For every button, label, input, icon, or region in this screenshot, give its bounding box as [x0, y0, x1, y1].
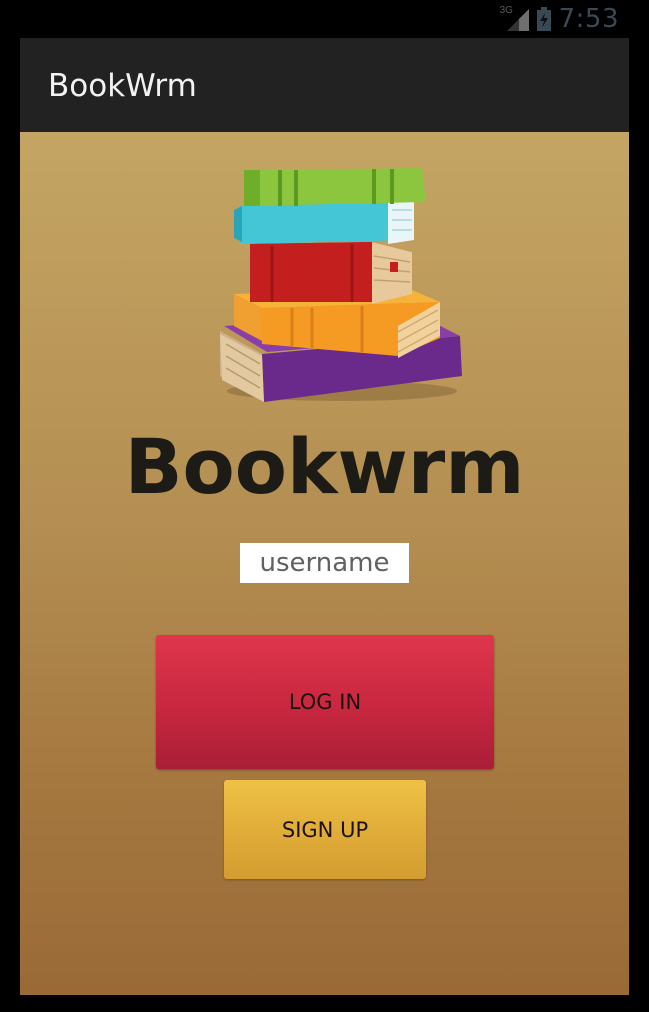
status-clock: 7:53 [558, 4, 619, 34]
app-title: BookWrm [48, 68, 197, 104]
cell-signal-icon: 3G [500, 5, 529, 31]
sign-up-button[interactable]: SIGN UP [224, 780, 426, 879]
login-screen: Bookwrm LOG IN SIGN UP [20, 132, 629, 995]
brand-title: Bookwrm [124, 422, 525, 511]
log-in-button[interactable]: LOG IN [156, 635, 494, 769]
status-icons: 3G 7:53 [500, 4, 619, 34]
action-bar: BookWrm [20, 38, 629, 132]
status-bar: 3G 7:53 [20, 0, 629, 38]
sign-up-label: SIGN UP [281, 817, 369, 842]
log-in-label: LOG IN [288, 690, 362, 714]
navigation-bar [20, 995, 629, 1012]
network-type-label: 3G [499, 5, 513, 16]
battery-charging-icon [536, 7, 551, 31]
book-stack-icon [212, 166, 462, 406]
username-input[interactable] [240, 543, 409, 583]
phone-screen: 3G 7:53 BookWrm Bookwrm username LOG IN … [20, 0, 629, 1012]
